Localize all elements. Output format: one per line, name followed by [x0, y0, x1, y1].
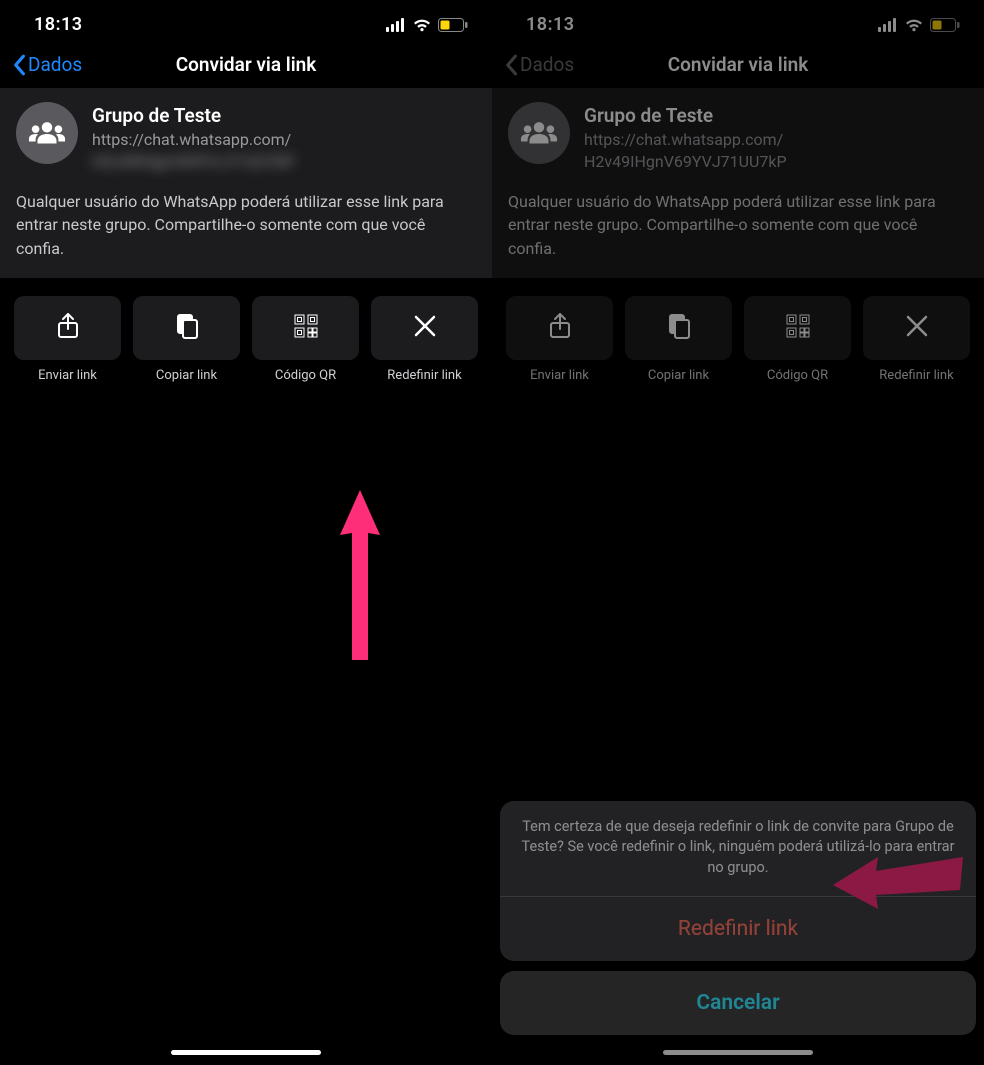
back-button[interactable]: Dados: [12, 53, 82, 76]
back-label: Dados: [520, 53, 574, 76]
nav-bar: Dados Convidar via link: [0, 43, 492, 88]
share-icon: [545, 311, 575, 345]
battery-icon: [438, 18, 468, 32]
confirm-reset-button[interactable]: Redefinir link: [500, 897, 976, 961]
action-sheet: Tem certeza de que deseja redefinir o li…: [500, 801, 976, 961]
cellular-signal-icon: [386, 18, 406, 32]
reset-link-button[interactable]: [863, 296, 970, 360]
status-icons: [878, 18, 960, 32]
qr-code-label: Código QR: [767, 368, 828, 384]
close-icon: [412, 313, 438, 343]
nav-bar: Dados Convidar via link: [492, 43, 984, 88]
home-indicator[interactable]: [663, 1050, 813, 1055]
link-disclaimer: Qualquer usuário do WhatsApp poderá util…: [16, 190, 476, 260]
group-name: Grupo de Teste: [584, 104, 968, 127]
copy-link-button[interactable]: [625, 296, 732, 360]
group-invite-link[interactable]: https://chat.whatsapp.com/ H2v49IHgnV69Y…: [584, 129, 968, 172]
copy-icon: [664, 311, 694, 345]
phone-screenshot-left: 18:13 Dados Convidar via link Grupo d: [0, 0, 492, 1065]
qr-code-icon: [291, 311, 321, 345]
group-info-section: Grupo de Teste https://chat.whatsapp.com…: [492, 88, 984, 278]
annotation-arrow-up-icon: [330, 480, 390, 670]
group-avatar-icon: [508, 102, 570, 164]
back-label: Dados: [28, 53, 82, 76]
close-icon: [904, 313, 930, 343]
group-invite-link[interactable]: https://chat.whatsapp.com/ H2v49IHgnV69Y…: [92, 129, 476, 172]
battery-icon: [930, 18, 960, 32]
qr-code-label: Código QR: [275, 368, 336, 384]
link-disclaimer: Qualquer usuário do WhatsApp poderá util…: [508, 190, 968, 260]
copy-link-button[interactable]: [133, 296, 240, 360]
reset-link-label: Redefinir link: [879, 368, 953, 384]
back-button[interactable]: Dados: [504, 53, 574, 76]
copy-link-label: Copiar link: [648, 368, 709, 384]
qr-code-button[interactable]: [744, 296, 851, 360]
send-link-label: Enviar link: [530, 368, 589, 384]
link-actions-row: Enviar link Copiar link: [0, 278, 492, 384]
send-link-button[interactable]: [14, 296, 121, 360]
qr-code-button[interactable]: [252, 296, 359, 360]
cellular-signal-icon: [878, 18, 898, 32]
share-icon: [53, 311, 83, 345]
phone-screenshot-right: 18:13 Dados Convidar via link Grupo d: [492, 0, 984, 1065]
copy-icon: [172, 311, 202, 345]
group-name: Grupo de Teste: [92, 104, 476, 127]
chevron-left-icon: [12, 54, 26, 76]
home-indicator[interactable]: [171, 1050, 321, 1055]
status-bar: 18:13: [0, 0, 492, 43]
status-bar: 18:13: [492, 0, 984, 43]
action-sheet-container: Tem certeza de que deseja redefinir o li…: [500, 801, 976, 1035]
qr-code-icon: [783, 311, 813, 345]
action-sheet-message: Tem certeza de que deseja redefinir o li…: [500, 801, 976, 897]
reset-link-button[interactable]: [371, 296, 478, 360]
send-link-button[interactable]: [506, 296, 613, 360]
cancel-button[interactable]: Cancelar: [500, 971, 976, 1035]
group-info-section: Grupo de Teste https://chat.whatsapp.com…: [0, 88, 492, 278]
chevron-left-icon: [504, 54, 518, 76]
status-time: 18:13: [526, 14, 575, 35]
reset-link-label: Redefinir link: [387, 368, 461, 384]
status-icons: [386, 18, 468, 32]
status-time: 18:13: [34, 14, 83, 35]
wifi-icon: [412, 18, 432, 32]
send-link-label: Enviar link: [38, 368, 97, 384]
copy-link-label: Copiar link: [156, 368, 217, 384]
wifi-icon: [904, 18, 924, 32]
link-actions-row: Enviar link Copiar link: [492, 278, 984, 384]
group-avatar-icon: [16, 102, 78, 164]
